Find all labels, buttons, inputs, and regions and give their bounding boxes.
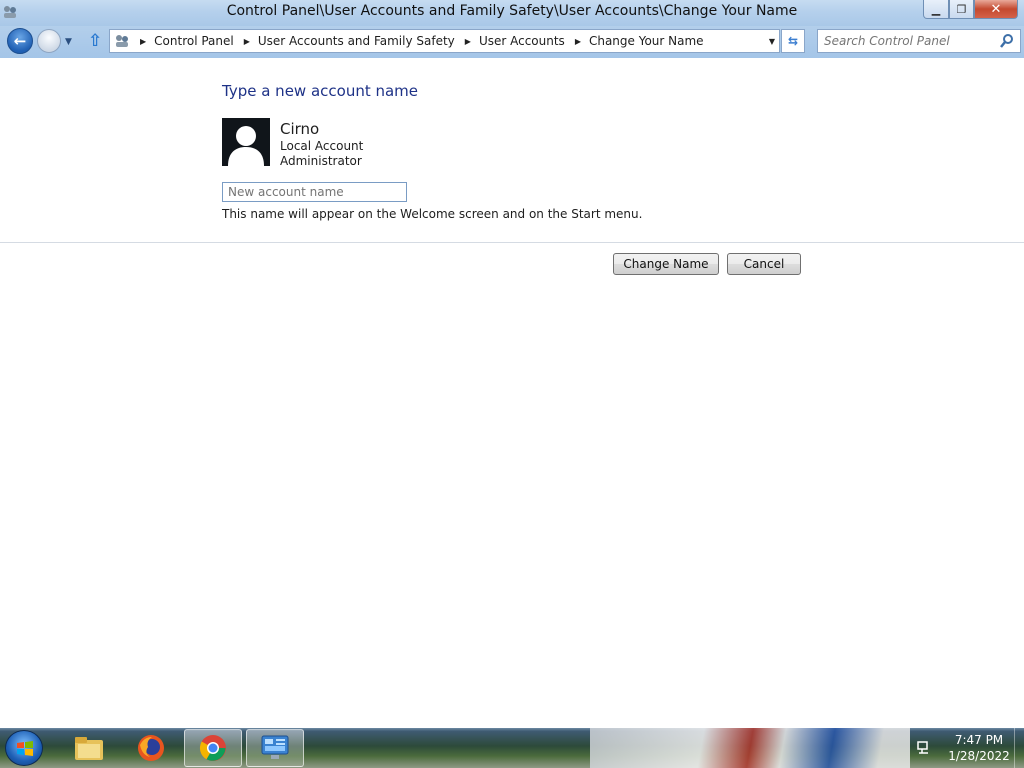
windows-logo-icon [17,741,33,756]
taskbar-explorer-button[interactable] [60,729,118,767]
breadcrumb-user-accounts[interactable]: User Accounts [479,34,565,48]
wallpaper-strip [590,728,910,768]
new-account-name-input[interactable] [223,183,406,201]
restore-button[interactable]: ❐ [949,0,974,19]
breadcrumb: ▶ Control Panel ▶ User Accounts and Fami… [130,34,704,48]
back-button[interactable]: ← [7,28,33,54]
cancel-button[interactable]: Cancel [727,253,801,275]
system-tray: 7:47 PM 1/28/2022 [908,728,1024,768]
forward-button[interactable] [37,29,61,53]
chrome-icon [199,735,226,761]
window-title: Control Panel\User Accounts and Family S… [226,3,798,19]
firefox-icon [138,735,164,761]
main-content: Type a new account name Cirno Local Acco… [0,58,1024,728]
up-level-icon[interactable]: ⇧ [88,31,104,51]
back-arrow-icon: ← [13,32,27,50]
address-dropdown-icon[interactable]: ▼ [769,37,775,46]
network-icon[interactable] [916,740,932,756]
account-role: Administrator [280,154,362,168]
clock-time[interactable]: 7:47 PM [946,733,1012,747]
file-explorer-icon [75,737,103,760]
clock-date[interactable]: 1/28/2022 [946,749,1012,763]
breadcrumb-user-accounts-family-safety[interactable]: User Accounts and Family Safety [258,34,455,48]
search-input[interactable] [824,30,994,52]
name-hint-text: This name will appear on the Welcome scr… [222,207,643,221]
breadcrumb-change-your-name[interactable]: Change Your Name [589,34,704,48]
search-box[interactable] [817,29,1021,53]
breadcrumb-arrow-icon[interactable]: ▶ [140,37,146,46]
window-controls: ▁ ❐ ✕ [923,0,1018,20]
breadcrumb-arrow-icon[interactable]: ▶ [575,37,581,46]
new-account-name-field[interactable] [222,182,407,202]
start-button[interactable] [5,730,43,766]
change-name-button[interactable]: Change Name [613,253,719,275]
taskbar-firefox-button[interactable] [122,729,180,767]
search-icon[interactable] [1000,33,1014,49]
control-panel-icon [261,735,289,759]
close-button[interactable]: ✕ [974,0,1018,19]
account-type: Local Account [280,139,364,153]
breadcrumb-control-panel[interactable]: Control Panel [154,34,234,48]
user-avatar [222,118,270,166]
user-name: Cirno [280,120,320,138]
page-heading: Type a new account name [222,82,419,100]
address-bar[interactable]: ▶ Control Panel ▶ User Accounts and Fami… [109,29,780,53]
navigation-bar: ← ▼ ⇧ ▶ Control Panel ▶ User Accounts an… [0,26,1024,58]
recent-pages-dropdown-icon[interactable]: ▼ [65,37,72,47]
divider [0,242,1024,243]
breadcrumb-arrow-icon[interactable]: ▶ [244,37,250,46]
taskbar-chrome-button[interactable] [184,729,242,767]
minimize-button[interactable]: ▁ [923,0,949,19]
control-panel-icon [116,35,128,47]
breadcrumb-arrow-icon[interactable]: ▶ [465,37,471,46]
title-bar: Control Panel\User Accounts and Family S… [0,0,1024,26]
user-silhouette-icon [222,118,270,166]
taskbar: 7:47 PM 1/28/2022 [0,728,1024,768]
show-desktop-button[interactable] [1014,728,1024,768]
refresh-button[interactable]: ⇆ [781,29,805,53]
refresh-icon: ⇆ [787,34,799,48]
taskbar-control-panel-button[interactable] [246,729,304,767]
